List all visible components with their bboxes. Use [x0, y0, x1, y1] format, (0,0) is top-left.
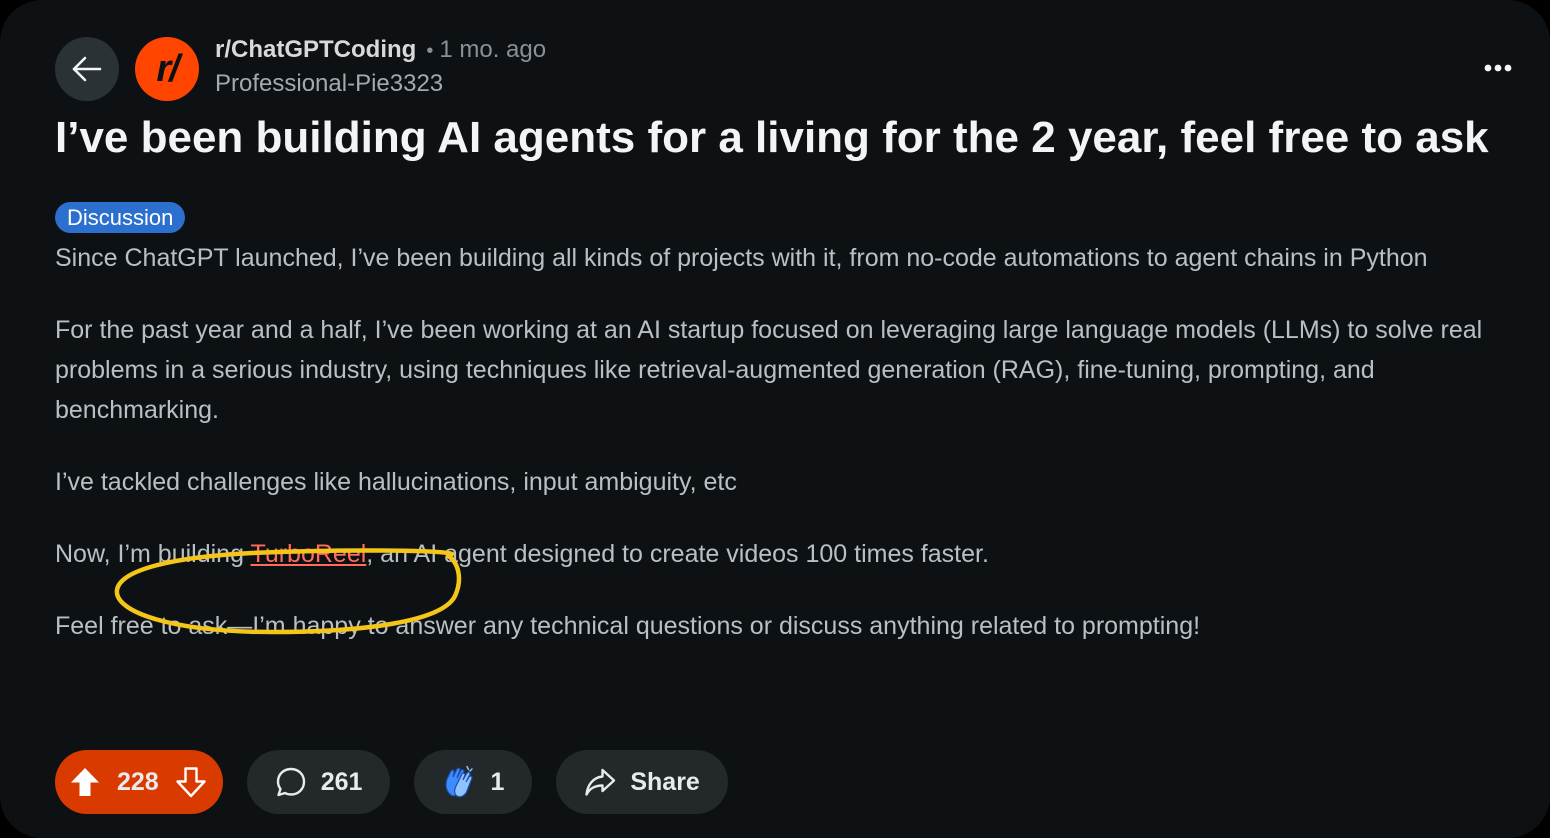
downvote-icon[interactable]	[175, 766, 207, 798]
subreddit-avatar[interactable]: r/	[135, 37, 199, 101]
post-paragraph: Since ChatGPT launched, I’ve been buildi…	[55, 244, 1428, 272]
share-label: Share	[630, 767, 700, 796]
upvote-icon[interactable]	[69, 766, 101, 798]
more-options-button[interactable]	[1478, 50, 1518, 86]
post-flair[interactable]: Discussion	[55, 202, 186, 233]
author-link[interactable]: Professional-Pie3323	[215, 70, 546, 98]
share-button[interactable]: Share	[556, 750, 728, 814]
back-button[interactable]	[55, 37, 119, 101]
clapping-hands-icon	[442, 765, 476, 799]
post-body: Since ChatGPT launched, I’ve been buildi…	[55, 238, 1525, 678]
award-count: 1	[490, 767, 505, 796]
post-actions: 228 261 1 Share	[55, 750, 728, 814]
meta-separator: •	[426, 40, 434, 62]
share-icon	[584, 766, 616, 798]
comments-button[interactable]: 261	[246, 750, 391, 814]
post-card: r/ r/ChatGPTCoding • 1 mo. ago Professio…	[0, 0, 1550, 838]
vote-count: 228	[117, 767, 159, 796]
arrow-left-icon	[70, 52, 104, 86]
more-horizontal-icon	[1484, 64, 1512, 72]
post-paragraph: Now, I’m building TurboReel, an AI agent…	[55, 534, 1525, 574]
award-button[interactable]: 1	[414, 750, 533, 814]
post-paragraph: Feel free to ask—I’m happy to answer any…	[55, 612, 1201, 640]
subreddit-link[interactable]: r/ChatGPTCoding	[215, 36, 416, 64]
comment-count: 261	[320, 767, 363, 796]
post-paragraph: For the past year and a half, I’ve been …	[55, 316, 1483, 424]
paragraph-text: Now, I’m building	[55, 540, 251, 568]
post-meta: r/ChatGPTCoding • 1 mo. ago Professional…	[215, 36, 546, 98]
post-title[interactable]: I’ve been building AI agents for a livin…	[55, 110, 1535, 166]
subreddit-avatar-text: r/	[156, 47, 179, 90]
paragraph-text: , an AI agent designed to create videos …	[366, 540, 989, 568]
post-time: 1 mo. ago	[439, 36, 547, 63]
turboreel-link[interactable]: TurboReel	[250, 540, 366, 568]
post-paragraph: I’ve tackled challenges like hallucinati…	[55, 468, 737, 496]
comment-icon	[275, 766, 307, 798]
vote-pill: 228	[55, 750, 223, 814]
